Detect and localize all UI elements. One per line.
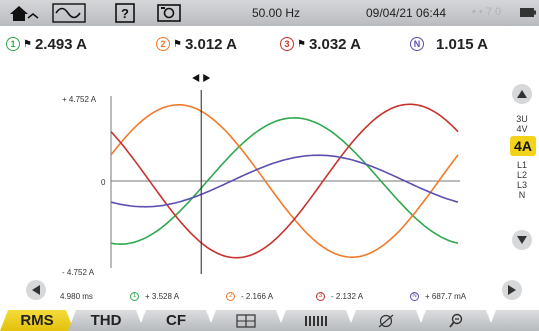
zoom-option-l3[interactable]: L3 — [507, 180, 537, 190]
cursor-time: 4.980 ms — [60, 292, 93, 301]
tab-cf[interactable]: CF — [138, 310, 214, 331]
arrow-left-icon — [32, 285, 40, 295]
arrow-down-icon — [517, 236, 527, 244]
frequency-readout: 50.00 Hz — [252, 6, 301, 20]
battery-icon — [520, 8, 536, 17]
zoom-selector: 3U 4V 4A L1 L2 L3 N — [507, 84, 537, 254]
zoom-option-l1[interactable]: L1 — [507, 160, 537, 170]
tab-cursor[interactable] — [208, 310, 284, 331]
measurement-channel-2: 2 ⚑ 3.012 A — [156, 34, 237, 54]
zoom-option-active[interactable]: 4A — [510, 136, 536, 156]
measurement-value: 2.493 A — [34, 35, 87, 53]
channel-badge: N — [410, 292, 419, 302]
cursor-handle-icon — [192, 74, 211, 82]
tab-all-waveforms[interactable] — [278, 310, 354, 331]
measurement-value: 3.032 A — [308, 35, 361, 53]
flag-icon: ⚑ — [173, 38, 182, 50]
cursor-value: + 3.528 A — [145, 292, 180, 301]
waveform-icon[interactable] — [52, 3, 86, 23]
status-indicator: • • 7 0 — [472, 6, 502, 18]
zoom-option-n[interactable]: N — [507, 190, 537, 200]
measurement-channel-1: 1 ⚑ 2.493 A — [6, 34, 87, 54]
phasor-icon — [377, 313, 395, 329]
cursor-left-button[interactable] — [26, 280, 46, 300]
cursor-readout-1: 1 + 3.528 A — [130, 292, 179, 304]
channel-badge: 2 — [226, 292, 235, 302]
cursor-readout-n: N + 687.7 mA — [410, 292, 466, 304]
bottom-tab-bar: RMS THD CF — [0, 310, 539, 331]
tab-rms[interactable]: RMS — [0, 310, 74, 331]
flag-icon: ⚑ — [23, 38, 32, 50]
measurement-value: 1.015 A — [436, 35, 488, 53]
svg-text:?: ? — [121, 6, 129, 21]
measurement-channel-3: 3 ⚑ 3.032 A — [280, 34, 361, 54]
arrow-right-icon — [508, 285, 516, 295]
zoom-down-button[interactable] — [512, 230, 532, 250]
tab-blank[interactable] — [488, 310, 539, 331]
zoom-option-4v[interactable]: 4V — [507, 124, 537, 134]
arrow-up-icon — [517, 90, 527, 98]
cursor-value: - 2.132 A — [331, 292, 364, 301]
channel-badge: 1 — [130, 292, 139, 302]
magnifier-icon — [448, 313, 464, 329]
tab-phasor[interactable] — [348, 310, 424, 331]
channel-badge: 3 — [316, 292, 325, 302]
cursor-value: + 687.7 mA — [425, 292, 467, 301]
cursor — [192, 74, 211, 274]
tab-zoom[interactable] — [418, 310, 494, 331]
measurement-channel-n: N 1.015 A — [410, 34, 488, 54]
cursor-readout-3: 3 - 2.132 A — [316, 292, 363, 304]
channel-badge: 3 — [280, 37, 294, 51]
zoom-option-l2[interactable]: L2 — [507, 170, 537, 180]
help-icon[interactable]: ? — [114, 3, 136, 23]
channel-badge: 2 — [156, 37, 170, 51]
tab-thd[interactable]: THD — [68, 310, 144, 331]
cursor-mode-icon — [236, 314, 256, 328]
channel-badge: N — [410, 37, 424, 51]
cursor-right-button[interactable] — [502, 280, 522, 300]
measurement-value: 3.012 A — [184, 35, 237, 53]
flag-icon: ⚑ — [297, 38, 306, 50]
home-icon[interactable] — [6, 3, 40, 23]
cursor-value: - 2.166 A — [241, 292, 274, 301]
cursor-readout-2: 2 - 2.166 A — [226, 292, 273, 304]
date-time: 09/04/21 06:44 — [366, 6, 447, 20]
status-bar: ? 50.00 Hz 09/04/21 06:44 • • 7 0 — [0, 0, 539, 26]
channel-badge: 1 — [6, 37, 20, 51]
camera-icon[interactable] — [156, 3, 182, 23]
bars-icon — [304, 314, 328, 328]
zoom-option-3u[interactable]: 3U — [507, 114, 537, 124]
zoom-up-button[interactable] — [512, 84, 532, 104]
waveform-chart[interactable] — [0, 60, 500, 290]
